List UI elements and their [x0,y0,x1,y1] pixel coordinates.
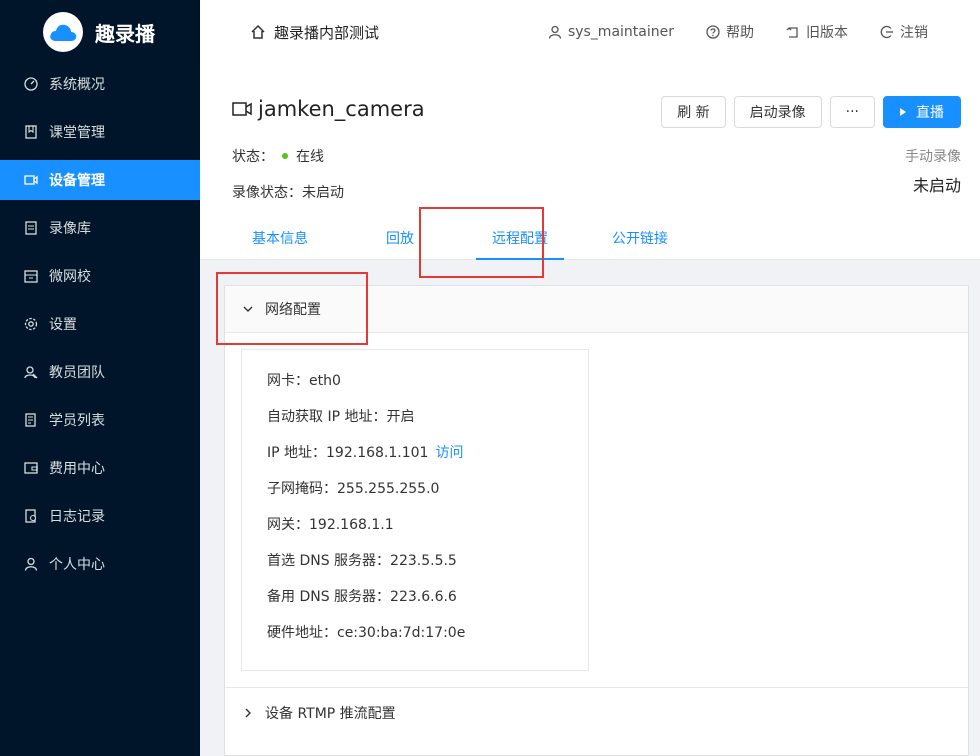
app-name: 趣录播 [95,21,155,46]
live-button-label: 直播 [916,105,944,121]
rtmp-config-title: 设备 RTMP 推流配置 [265,705,396,722]
user-icon [548,25,562,39]
recording-status: 录像状态：未启动 [232,185,344,201]
sidebar-item-label: 个人中心 [49,557,105,573]
top-header: 趣录播内部测试 sys_maintainer 帮助 旧版本 注销 [200,0,980,64]
team-icon [24,365,38,379]
sidebar-menu: 系统概况 课堂管理 设备管理 录像库 微网校 设置 教员团队 学员列表 费用中心… [0,64,200,584]
chevron-down-icon [243,306,253,312]
page-header: jamken_camera 刷 新 启动录像 ··· 直播 状态： 在线 录像状… [200,64,980,260]
sidebar-item-label: 录像库 [49,221,91,237]
online-dot-icon [282,153,288,159]
secondary-dns-line: 备用 DNS 服务器：223.6.6.6 [267,589,457,605]
video-camera-icon [232,102,252,116]
manual-recording-label: 手动录像 [905,149,961,165]
list-icon [24,413,38,427]
ip-address: IP 地址：192.168.1.101 [267,445,429,461]
book-icon [24,125,38,139]
help-link[interactable]: 帮助 [706,22,754,42]
sidebar-item-label: 学员列表 [49,413,105,429]
network-info-box: 网卡：eth0 自动获取 IP 地址：开启 IP 地址：192.168.1.10… [241,349,589,671]
tab-public-link[interactable]: 公开链接 [580,224,700,260]
ip-line: IP 地址：192.168.1.101 访问 [267,442,588,478]
logout-link[interactable]: 注销 [880,22,928,42]
status-value: 在线 [296,149,324,165]
sidebar-item-overview[interactable]: 系统概况 [0,64,200,104]
refresh-button[interactable]: 刷 新 [661,96,726,128]
manual-recording: 手动录像 未启动 [905,146,961,196]
play-icon [900,108,906,116]
sidebar-item-label: 微网校 [49,269,91,285]
rtmp-config-panel-header[interactable]: 设备 RTMP 推流配置 [225,687,968,737]
config-card: 网络配置 网卡：eth0 自动获取 IP 地址：开启 IP 地址：192.168… [224,285,969,756]
sidebar-item-students[interactable]: 学员列表 [0,400,200,440]
sidebar-item-classroom[interactable]: 课堂管理 [0,112,200,152]
sidebar-item-devices[interactable]: 设备管理 [0,160,200,200]
gear-icon [24,317,38,331]
action-buttons: 刷 新 启动录像 ··· 直播 [653,96,961,128]
video-camera-icon [24,173,38,187]
start-recording-button[interactable]: 启动录像 [733,96,822,128]
network-config-panel-header[interactable]: 网络配置 [225,286,968,333]
sidebar-item-label: 课堂管理 [49,125,105,141]
home-icon [251,24,265,39]
file-icon [24,221,38,235]
header-title[interactable]: 趣录播内部测试 [250,22,379,43]
chevron-right-icon [245,708,251,717]
sidebar-item-settings[interactable]: 设置 [0,304,200,344]
tab-basic-info[interactable]: 基本信息 [220,224,340,260]
sidebar-item-label: 设置 [49,317,77,333]
sidebar-item-label: 设备管理 [49,173,105,189]
mac-address-line: 硬件地址：ce:30:ba:7d:17:0e [267,625,466,641]
nic-line: 网卡：eth0 [267,373,341,389]
sidebar-item-label: 系统概况 [49,77,105,93]
tab-remote-config[interactable]: 远程配置 [460,224,580,260]
sidebar-item-label: 教员团队 [49,365,105,381]
sidebar-item-school[interactable]: 微网校 [0,256,200,296]
old-version-label: 旧版本 [806,25,848,41]
dashboard-icon [24,77,38,91]
sidebar-item-billing[interactable]: 费用中心 [0,448,200,488]
help-label: 帮助 [726,25,754,41]
sidebar-item-label: 费用中心 [49,461,105,477]
more-button[interactable]: ··· [829,96,875,128]
dhcp-line: 自动获取 IP 地址：开启 [267,409,415,425]
user-menu[interactable]: sys_maintainer [548,24,674,40]
device-status: 状态： 在线 [232,146,324,166]
tab-playback[interactable]: 回放 [340,224,460,260]
manual-recording-value: 未启动 [912,176,961,195]
sidebar-item-profile[interactable]: 个人中心 [0,544,200,584]
rollback-icon [786,27,798,38]
subnet-mask-line: 子网掩码：255.255.255.0 [267,481,440,497]
username: sys_maintainer [567,24,674,40]
device-tabs: 基本信息 回放 远程配置 公开链接 [220,224,700,260]
cloud-logo-icon [43,12,83,52]
wallet-icon [24,461,38,475]
logout-label: 注销 [900,25,928,41]
device-title: jamken_camera [232,97,425,121]
school-icon [24,269,38,283]
visit-ip-link[interactable]: 访问 [435,442,463,478]
device-name: jamken_camera [258,97,425,121]
status-label: 状态： [232,149,274,165]
live-button[interactable]: 直播 [883,96,961,128]
logout-icon [880,25,893,39]
logo[interactable]: 趣录播 [0,0,200,64]
question-icon [706,25,720,39]
gateway-line: 网关：192.168.1.1 [267,517,394,533]
header-title-text: 趣录播内部测试 [274,23,380,42]
primary-dns-line: 首选 DNS 服务器：223.5.5.5 [267,553,457,569]
network-config-title: 网络配置 [265,302,321,318]
user-icon [24,557,38,571]
sidebar-item-team[interactable]: 教员团队 [0,352,200,392]
sidebar-item-recordings[interactable]: 录像库 [0,208,200,248]
sidebar-item-label: 日志记录 [49,509,105,525]
log-icon [24,509,38,523]
sidebar: 趣录播 系统概况 课堂管理 设备管理 录像库 微网校 设置 教员团队 学员列表 … [0,0,200,756]
sidebar-item-logs[interactable]: 日志记录 [0,496,200,536]
old-version-link[interactable]: 旧版本 [786,22,848,42]
